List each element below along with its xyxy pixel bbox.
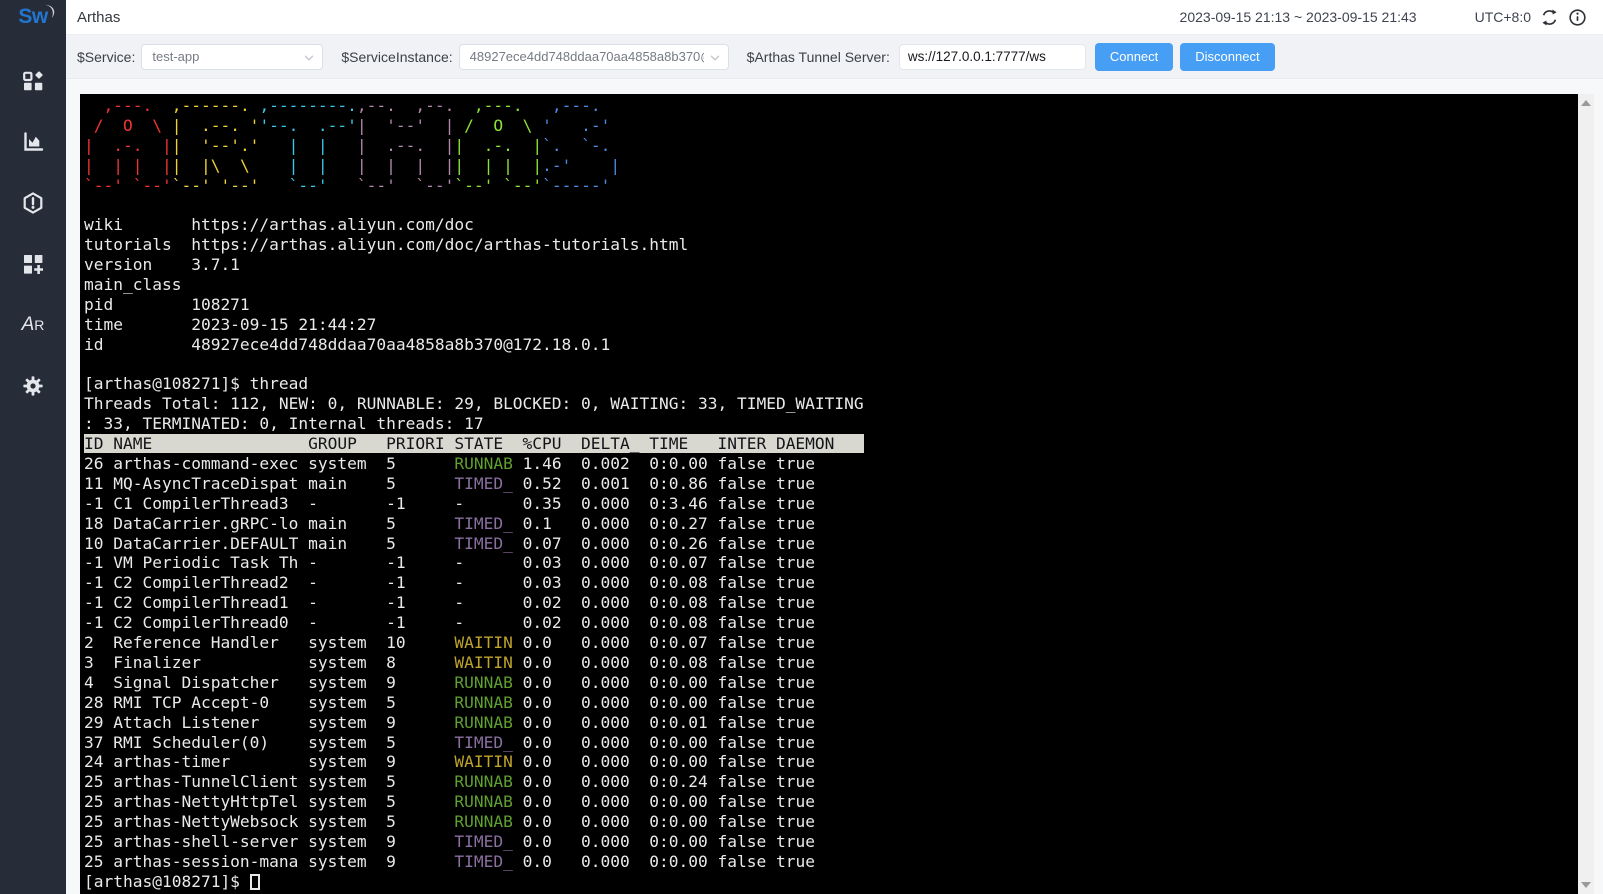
service-select-value: test-app (152, 49, 199, 64)
terminal-line (84, 195, 1578, 215)
thread-table-row: 26 arthas-command-exec system 5 RUNNAB 1… (84, 454, 1578, 474)
disconnect-button[interactable]: Disconnect (1180, 43, 1274, 71)
tunnel-server-label: $Arthas Tunnel Server: (747, 49, 890, 65)
thread-table-row: -1 C2 CompilerThread2 - -1 - 0.03 0.000 … (84, 573, 1578, 593)
terminal-output[interactable]: ,---. ,------. ,--------.,--. ,--. ,---.… (80, 94, 1578, 894)
terminal-info-line: id 48927ece4dd748ddaa70aa4858a8b370@172.… (84, 335, 1578, 355)
thread-table-row: -1 VM Periodic Task Th - -1 - 0.03 0.000… (84, 553, 1578, 573)
gear-icon (21, 374, 45, 398)
thread-table-row: 28 RMI TCP Accept-0 system 5 RUNNAB 0.0 … (84, 693, 1578, 713)
thread-table-row: 4 Signal Dispatcher system 9 RUNNAB 0.0 … (84, 673, 1578, 693)
instance-select[interactable]: 48927ece4dd748ddaa70aa4858a8b370@172.18.… (459, 44, 729, 70)
topbar-right: 2023-09-15 21:13 ~ 2023-09-15 21:43 UTC+… (1180, 8, 1596, 27)
terminal-cursor (250, 874, 260, 890)
refresh-icon (1540, 8, 1559, 27)
terminal-prompt-line: [arthas@108271]$ thread (84, 374, 1578, 394)
ascii-banner-line: ,---. ,------. ,--------.,--. ,--. ,---.… (84, 96, 1578, 116)
thread-table-row: 18 DataCarrier.gRPC-lo main 5 TIMED_ 0.1… (84, 514, 1578, 534)
terminal-info-line: version 3.7.1 (84, 255, 1578, 275)
logo-swoosh-icon (43, 4, 56, 19)
service-label: $Service: (77, 49, 135, 65)
thread-table-row: 11 MQ-AsyncTraceDispat main 5 TIMED_ 0.5… (84, 474, 1578, 494)
thread-table-row: 25 arthas-TunnelClient system 5 RUNNAB 0… (84, 772, 1578, 792)
terminal-line (84, 355, 1578, 375)
chevron-down-icon (709, 52, 721, 64)
topbar: Arthas 2023-09-15 21:13 ~ 2023-09-15 21:… (66, 0, 1603, 35)
terminal-info-line: time 2023-09-15 21:44:27 (84, 315, 1578, 335)
thread-table-row: 25 arthas-shell-server system 9 TIMED_ 0… (84, 832, 1578, 852)
skywalking-logo[interactable]: Sw (8, 5, 58, 35)
terminal-info-line: tutorials https://arthas.aliyun.com/doc/… (84, 235, 1578, 255)
tunnel-server-input[interactable] (899, 44, 1086, 70)
ascii-banner-line: | .-. || '--'.' | | | .--. || .-. |`. `-… (84, 136, 1578, 156)
thread-table-row: 37 RMI Scheduler(0) system 5 TIMED_ 0.0 … (84, 733, 1578, 753)
sidebar: Sw (0, 0, 66, 894)
grid-plus-icon (21, 252, 45, 276)
thread-table-row: 25 arthas-session-mana system 9 TIMED_ 0… (84, 852, 1578, 872)
info-icon (1568, 8, 1587, 27)
connect-button[interactable]: Connect (1095, 43, 1173, 71)
sidebar-item-alerting[interactable] (21, 191, 45, 215)
thread-table-row: -1 C2 CompilerThread0 - -1 - 0.02 0.000 … (84, 613, 1578, 633)
scroll-down-icon[interactable] (1581, 882, 1591, 888)
bar-chart-icon (21, 130, 45, 154)
sidebar-item-arthas[interactable]: AR (21, 313, 45, 337)
main-area: Arthas 2023-09-15 21:13 ~ 2023-09-15 21:… (66, 0, 1603, 894)
thread-table-row: 25 arthas-NettyWebsock system 5 RUNNAB 0… (84, 812, 1578, 832)
thread-table-header: ID NAME GROUP PRIORI STATE %CPU DELTA_ T… (84, 434, 1578, 454)
toolbar: $Service: test-app $ServiceInstance: 489… (66, 35, 1603, 79)
ascii-banner-line: | | | || |\ \ | | | | | || | | |.-' | (84, 156, 1578, 176)
chevron-down-icon (303, 52, 315, 64)
terminal-prompt-line: [arthas@108271]$ (84, 872, 1578, 892)
terminal-info-line: pid 108271 (84, 295, 1578, 315)
instance-label: $ServiceInstance: (341, 49, 452, 65)
service-select[interactable]: test-app (141, 44, 323, 70)
info-button[interactable] (1568, 8, 1587, 27)
thread-table-row: -1 C2 CompilerThread1 - -1 - 0.02 0.000 … (84, 593, 1578, 613)
sidebar-item-settings[interactable] (21, 374, 45, 398)
timezone-label: UTC+8:0 (1475, 9, 1531, 25)
page-title: Arthas (77, 9, 120, 26)
ascii-banner-line: / O \ | .--. ''--. .--'| '--' | / O \ ' … (84, 116, 1578, 136)
terminal-info-line: wiki https://arthas.aliyun.com/doc (84, 215, 1578, 235)
thread-summary-line: : 33, TERMINATED: 0, Internal threads: 1… (84, 414, 1578, 434)
thread-summary-line: Threads Total: 112, NEW: 0, RUNNABLE: 29… (84, 394, 1578, 414)
sidebar-item-widgets[interactable] (21, 252, 45, 276)
thread-table-row: 29 Attach Listener system 9 RUNNAB 0.0 0… (84, 713, 1578, 733)
hexagon-alert-icon (21, 191, 45, 215)
scroll-up-icon[interactable] (1581, 100, 1591, 106)
instance-select-value: 48927ece4dd748ddaa70aa4858a8b370@172.18.… (470, 49, 704, 64)
ascii-banner-line: `--' `--'`--' '--' `--' `--' `--'`--' `-… (84, 176, 1578, 196)
thread-table-row: 24 arthas-timer system 9 WAITIN 0.0 0.00… (84, 752, 1578, 772)
terminal-scrollbar[interactable] (1578, 94, 1594, 894)
sidebar-item-marketplace[interactable] (21, 69, 45, 93)
thread-table-row: 2 Reference Handler system 10 WAITIN 0.0… (84, 633, 1578, 653)
ar-text-icon: AR (22, 314, 45, 336)
sidebar-nav: AR (21, 69, 45, 435)
thread-table-row: 25 arthas-NettyHttpTel system 5 RUNNAB 0… (84, 792, 1578, 812)
time-range[interactable]: 2023-09-15 21:13 ~ 2023-09-15 21:43 (1180, 9, 1417, 25)
terminal-info-line: main_class (84, 275, 1578, 295)
sidebar-item-dashboards[interactable] (21, 130, 45, 154)
thread-table-row: -1 C1 CompilerThread3 - -1 - 0.35 0.000 … (84, 494, 1578, 514)
grid-diamond-icon (21, 69, 45, 93)
thread-table-row: 3 Finalizer system 8 WAITIN 0.0 0.000 0:… (84, 653, 1578, 673)
refresh-button[interactable] (1540, 8, 1559, 27)
thread-table-row: 10 DataCarrier.DEFAULT main 5 TIMED_ 0.0… (84, 534, 1578, 554)
